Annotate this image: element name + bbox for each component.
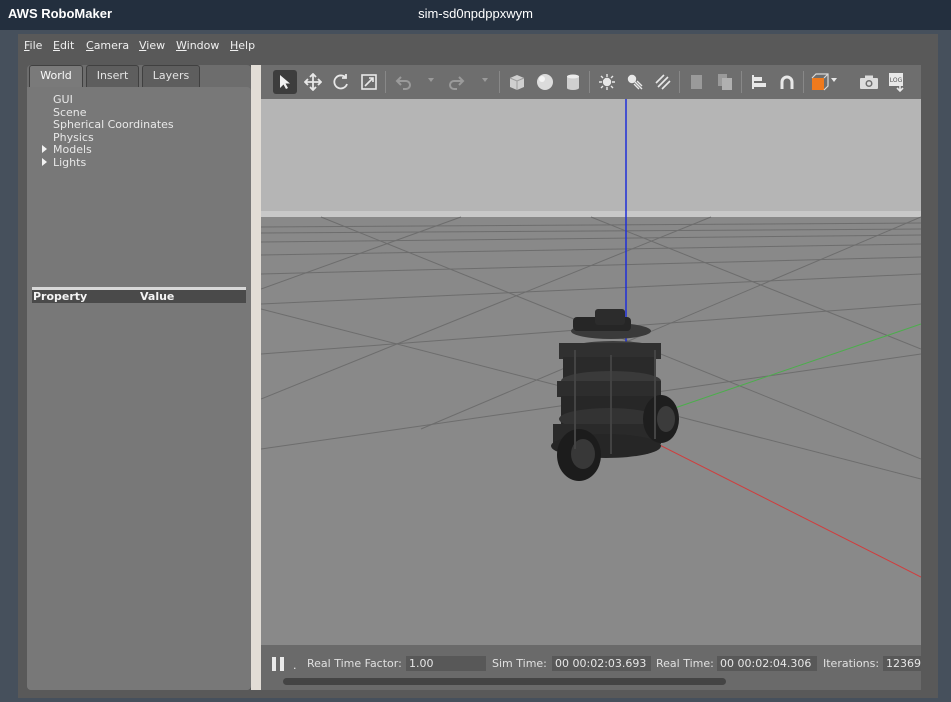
scene-toolbar: LOG: [261, 65, 921, 99]
real-time-label: Real Time:: [656, 657, 714, 670]
copy-icon[interactable]: [685, 70, 709, 94]
menu-edit[interactable]: Edit: [53, 39, 74, 52]
sphere-icon[interactable]: [533, 70, 557, 94]
simulation-name: sim-sd0npdppxwym: [418, 6, 533, 21]
sim-time-label: Sim Time:: [492, 657, 547, 670]
log-icon[interactable]: LOG: [885, 70, 909, 94]
toolbar-separator: [499, 71, 500, 93]
time-status-bar: . Real Time Factor: 1.00 Sim Time: 00 00…: [261, 645, 921, 690]
menu-camera[interactable]: Camera: [86, 39, 129, 52]
iterations-label: Iterations:: [823, 657, 880, 670]
menu-file[interactable]: File: [24, 39, 42, 52]
undo-dropdown-icon[interactable]: [428, 78, 434, 82]
translate-icon[interactable]: [301, 70, 325, 94]
tree-item-models[interactable]: Models: [53, 143, 92, 156]
menu-window[interactable]: Window: [176, 39, 219, 52]
iterations-value: 123693: [883, 656, 921, 671]
undo-icon[interactable]: [391, 70, 415, 94]
snap-icon[interactable]: [775, 70, 799, 94]
value-column-header: Value: [140, 290, 175, 303]
tab-insert[interactable]: Insert: [86, 65, 139, 87]
tree-item-spherical-coordinates[interactable]: Spherical Coordinates: [53, 118, 174, 131]
step-button[interactable]: .: [293, 659, 297, 672]
point-light-icon[interactable]: [595, 70, 619, 94]
tab-layers[interactable]: Layers: [142, 65, 200, 87]
property-table-header: Property Value: [32, 287, 246, 303]
view-angle-icon[interactable]: [809, 70, 833, 94]
real-time-factor-label: Real Time Factor:: [307, 657, 402, 670]
toolbar-separator: [803, 71, 804, 93]
top-header: AWS RoboMaker sim-sd0npdppxwym: [0, 0, 951, 30]
toolbar-separator: [679, 71, 680, 93]
toolbar-separator: [589, 71, 590, 93]
redo-dropdown-icon[interactable]: [482, 78, 488, 82]
view-angle-dropdown-icon[interactable]: [831, 78, 837, 82]
toolbar-separator: [741, 71, 742, 93]
menu-bar: File Edit Camera View Window Help: [18, 34, 938, 56]
menu-help[interactable]: Help: [230, 39, 255, 52]
sim-time-value: 00 00:02:03.693: [552, 656, 651, 671]
scale-icon[interactable]: [357, 70, 381, 94]
toolbar-separator: [385, 71, 386, 93]
real-time-factor-value: 1.00: [406, 656, 486, 671]
directional-light-icon[interactable]: [651, 70, 675, 94]
paste-icon[interactable]: [713, 70, 737, 94]
tree-item-gui[interactable]: GUI: [53, 93, 73, 106]
world-tree-panel: GUI Scene Spherical Coordinates Physics …: [27, 87, 251, 690]
redo-icon[interactable]: [445, 70, 469, 94]
screenshot-icon[interactable]: [857, 70, 881, 94]
horizontal-scrollbar[interactable]: [283, 678, 726, 685]
viewport-area: LOG . Real Time Factor: 1.00 Sim Time: 0…: [261, 65, 921, 690]
panel-splitter[interactable]: [251, 65, 261, 690]
property-column-header: Property: [33, 290, 88, 303]
gazebo-window: File Edit Camera View Window Help World …: [18, 34, 938, 698]
box-icon[interactable]: [505, 70, 529, 94]
cylinder-icon[interactable]: [561, 70, 585, 94]
world-panel: World Insert Layers GUI Scene Spherical …: [27, 65, 251, 690]
select-arrow-icon[interactable]: [273, 70, 297, 94]
menu-view[interactable]: View: [139, 39, 165, 52]
scene-render[interactable]: [261, 99, 921, 645]
align-icon[interactable]: [747, 70, 771, 94]
spot-light-icon[interactable]: [623, 70, 647, 94]
real-time-value: 00 00:02:04.306: [717, 656, 817, 671]
pause-icon[interactable]: [271, 656, 285, 672]
expand-arrow-icon[interactable]: [42, 158, 47, 166]
3d-scene-view[interactable]: [261, 99, 921, 645]
tree-item-lights[interactable]: Lights: [53, 156, 86, 169]
expand-arrow-icon[interactable]: [42, 145, 47, 153]
log-icon-text: LOG: [890, 77, 903, 84]
tab-world[interactable]: World: [29, 65, 83, 88]
rotate-icon[interactable]: [329, 70, 353, 94]
